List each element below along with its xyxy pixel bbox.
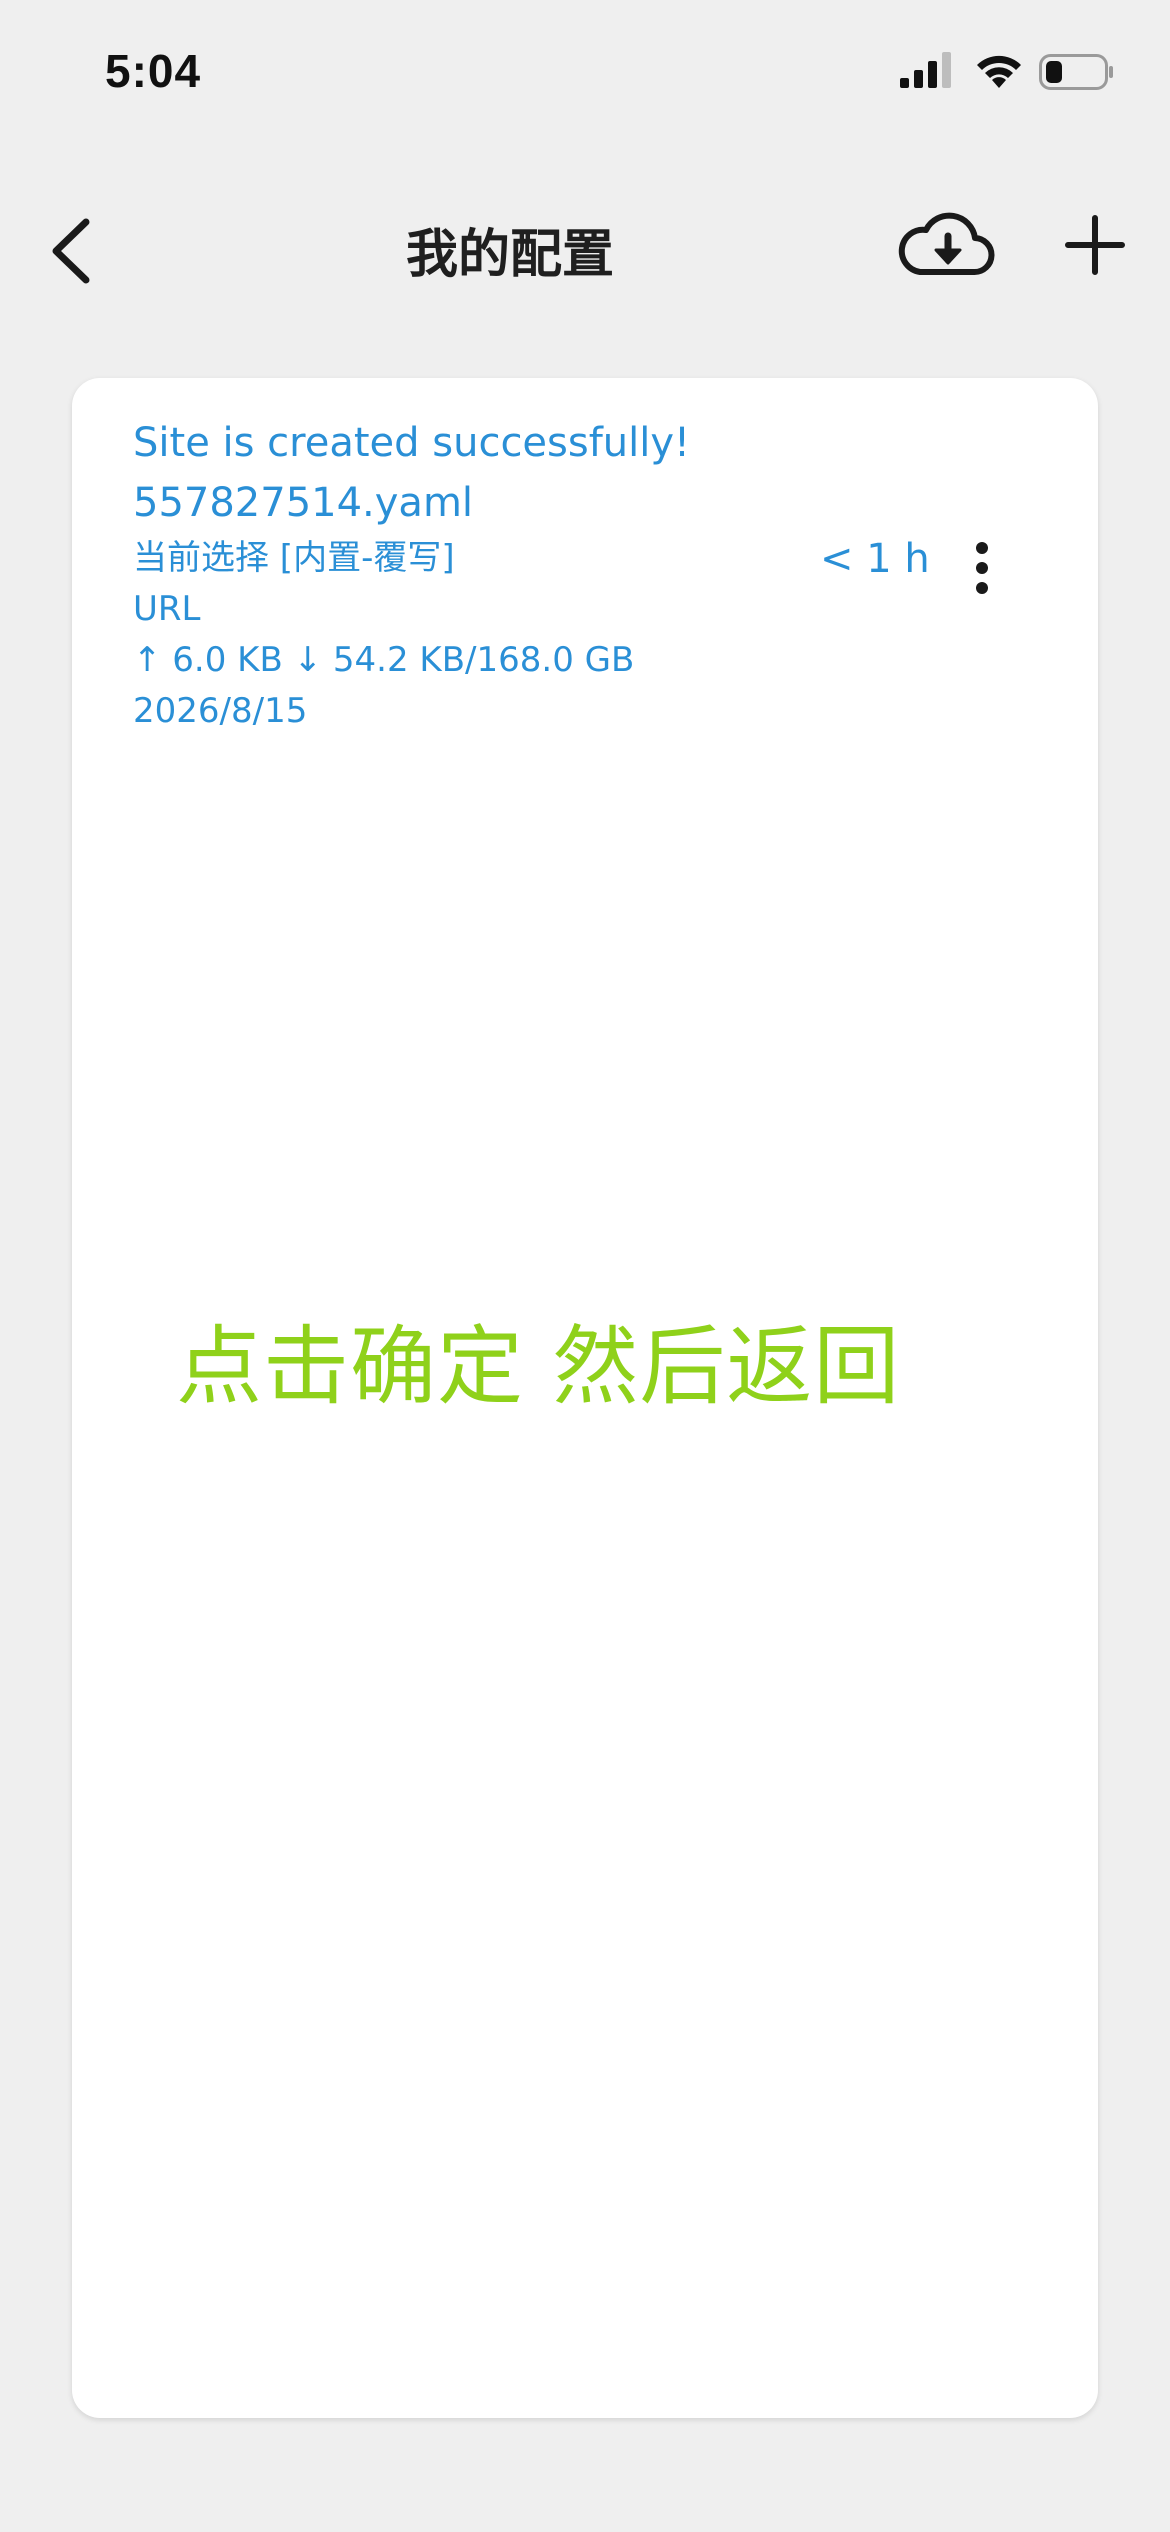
navigation-bar: 我的配置 <box>0 190 1170 300</box>
battery-icon <box>1039 54 1113 90</box>
plus-icon <box>1065 215 1125 275</box>
profile-selection: 当前选择 [内置-覆写] <box>133 538 455 578</box>
profiles-card: Site is created successfully! 557827514.… <box>72 378 1098 2418</box>
status-bar: 5:04 <box>0 0 1170 150</box>
profile-traffic: ↑ 6.0 KB ↓ 54.2 KB/168.0 GB <box>133 640 635 680</box>
wifi-icon <box>977 55 1021 88</box>
profile-more-button[interactable] <box>952 528 1012 608</box>
download-config-button[interactable] <box>896 206 996 286</box>
profile-item[interactable]: Site is created successfully! 557827514.… <box>72 378 1098 738</box>
profile-info: Site is created successfully! 557827514.… <box>133 413 690 737</box>
add-config-button[interactable] <box>1062 212 1128 278</box>
more-vertical-icon <box>976 542 988 594</box>
profile-type: URL <box>133 589 201 629</box>
profile-updated-time: < 1 h <box>820 536 930 582</box>
status-time: 5:04 <box>105 45 202 97</box>
cloud-download-icon <box>898 212 995 276</box>
profile-file: 557827514.yaml <box>133 480 474 526</box>
cellular-signal-icon <box>900 52 951 88</box>
status-icons <box>900 48 1120 98</box>
profile-expiry: 2026/8/15 <box>133 691 308 731</box>
profile-name: Site is created successfully! <box>133 420 691 466</box>
page-title: 我的配置 <box>405 225 614 285</box>
instruction-annotation: 点击确定 然后返回 <box>176 1317 901 1417</box>
